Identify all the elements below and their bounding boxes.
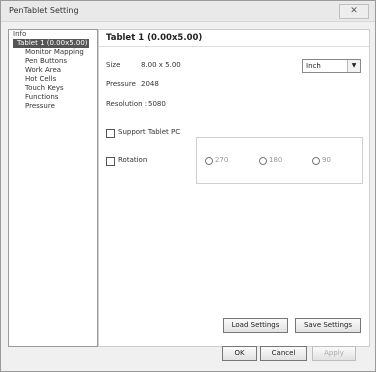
tablet-info-panel: Tablet 1 (0.00x5.00) Size 8.00 x 5.00 In… — [98, 29, 370, 347]
panel-divider — [99, 46, 369, 47]
tree-item-tablet-1[interactable]: Tablet 1 (0.00x5.00) — [13, 39, 89, 48]
rotation-180-label: 180 — [269, 156, 283, 164]
tree-item-monitor-mapping[interactable]: Monitor Mapping — [9, 48, 97, 57]
tree-item-functions[interactable]: Functions — [9, 93, 97, 102]
resolution-value: 5080 — [148, 100, 166, 108]
size-value: 8.00 x 5.00 — [141, 61, 181, 69]
pressure-label: Pressure — [106, 80, 136, 88]
tree-list: Info Tablet 1 (0.00x5.00) Monitor Mappin… — [9, 30, 97, 111]
tree-item-touch-keys[interactable]: Touch Keys — [9, 84, 97, 93]
settings-tree: Info Tablet 1 (0.00x5.00) Monitor Mappin… — [8, 29, 98, 347]
title-bar: PenTablet Setting ✕ — [1, 1, 375, 22]
rotation-270-label: 270 — [215, 156, 229, 164]
tree-item-pen-buttons[interactable]: Pen Buttons — [9, 57, 97, 66]
resolution-label: Resolution : — [106, 100, 148, 108]
pressure-value: 2048 — [141, 80, 159, 88]
window-title: PenTablet Setting — [9, 6, 79, 15]
cancel-button[interactable]: Cancel — [260, 346, 307, 361]
tree-item-pressure[interactable]: Pressure — [9, 102, 97, 111]
pentablet-setting-window: PenTablet Setting ✕ Info Tablet 1 (0.00x… — [0, 0, 376, 372]
rotation-180-radio[interactable] — [259, 157, 267, 165]
units-select-value: Inch — [306, 62, 321, 70]
support-tablet-pc-label: Support Tablet PC — [118, 128, 181, 136]
support-tablet-pc-checkbox[interactable] — [106, 129, 115, 138]
chevron-down-icon[interactable]: ▼ — [347, 60, 360, 72]
rotation-checkbox[interactable] — [106, 157, 115, 166]
tree-item-work-area[interactable]: Work Area — [9, 66, 97, 75]
rotation-90-radio[interactable] — [312, 157, 320, 165]
load-settings-button[interactable]: Load Settings — [223, 318, 288, 333]
rotation-label: Rotation — [118, 156, 148, 164]
tree-item-info[interactable]: Info — [9, 30, 97, 39]
units-select[interactable]: Inch ▼ — [302, 59, 361, 73]
ok-button[interactable]: OK — [222, 346, 257, 361]
rotation-270-radio[interactable] — [205, 157, 213, 165]
save-settings-button[interactable]: Save Settings — [295, 318, 361, 333]
size-label: Size — [106, 61, 121, 69]
rotation-options-group: 270 180 90 — [196, 137, 363, 184]
rotation-90-label: 90 — [322, 156, 331, 164]
close-button[interactable]: ✕ — [339, 4, 369, 19]
apply-button[interactable]: Apply — [312, 346, 356, 361]
panel-title: Tablet 1 (0.00x5.00) — [106, 33, 203, 43]
tree-item-hot-cells[interactable]: Hot Cells — [9, 75, 97, 84]
